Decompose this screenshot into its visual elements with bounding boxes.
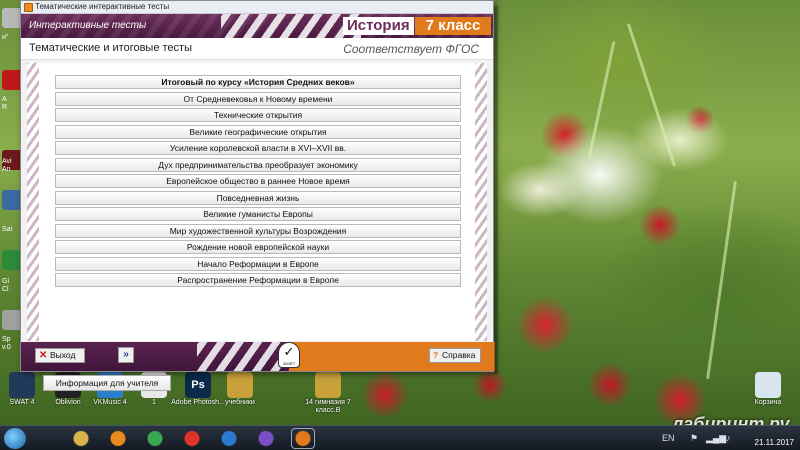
desktop-shortcut-label: 14 гимназия 7 класс.В [305,399,351,414]
desktop-shortcut-icon[interactable] [2,190,22,210]
taskbar: EN ⚑ ▂▄▆ ♪ 21.11.2017 [0,425,800,450]
test-list-panel: Итоговый по курсу «История Средних веков… [27,63,487,391]
desktop-shortcut[interactable]: 14 гимназия 7 класс.В [298,372,358,415]
test-button[interactable]: Дух предпринимательства преобразует экон… [55,157,461,172]
desktop-shortcut-label: v.0 [2,344,11,351]
window-title: Тематические интерактивные тесты [35,2,170,11]
desktop-shortcut[interactable]: Корзина [738,372,798,407]
desktop-shortcut-label: Gi [2,278,9,285]
media-player-icon[interactable] [107,429,129,448]
section-title: Тематические и итоговые тесты [29,42,192,54]
test-button[interactable]: Усиление королевской власти в XVI–XVII в… [55,141,461,155]
tray-language[interactable]: EN [662,433,675,443]
test-button[interactable]: Европейское общество в раннее Новое врем… [55,174,461,188]
exit-button[interactable]: ✕ Выход [35,348,85,363]
test-button[interactable]: Мир художественной культуры Возрождения [55,223,461,238]
header-tab: Интерактивные тесты [29,20,147,31]
photoshop-icon: Ps [185,372,211,398]
app-window: Тематические интерактивные тесты Интерак… [20,0,495,391]
desktop-shortcut-label: и" [2,34,9,41]
tests-app-icon[interactable] [291,428,315,449]
alarm-icon[interactable] [181,429,203,448]
help-button[interactable]: ? Справка [429,348,481,363]
desktop-shortcut-label: Корзина [754,399,782,406]
desktop-shortcut-label: Sai [2,226,13,233]
test-button[interactable]: Повседневная жизнь [55,190,461,205]
folder-icon [315,372,341,398]
tray-volume-icon[interactable]: ♪ [726,433,731,443]
clock[interactable]: 21.11.2017 [755,428,794,448]
explorer-icon[interactable] [70,429,92,448]
recycle-bin-icon [755,372,781,398]
logo-caption: ЗАЧЁТ [282,361,296,366]
viber-icon[interactable] [255,429,277,448]
desktop-shortcut[interactable]: учебники [210,372,270,407]
test-button[interactable]: Технические открытия [55,108,461,122]
desktop-shortcut-label: учебники [225,399,255,406]
help-icon: ? [433,350,439,360]
desktop-shortcut-label: An [2,166,11,173]
test-button[interactable]: Великие географические открытия [55,124,461,139]
header-stripes [221,14,361,38]
clock-date: 21.11.2017 [754,438,794,447]
next-button[interactable]: » [118,347,134,363]
test-button[interactable]: Итоговый по курсу «История Средних веков… [55,75,461,89]
desktop-shortcut-label: Cl [2,286,9,293]
subject-title: История [343,17,414,35]
globe-icon[interactable] [218,429,240,448]
exit-label: Выход [50,350,76,360]
desktop-shortcut-label: R [2,104,8,111]
start-button[interactable] [4,428,26,449]
window-titlebar[interactable]: Тематические интерактивные тесты [21,1,493,14]
desktop-shortcut-icon[interactable] [2,250,22,270]
desktop-shortcut-icon[interactable] [2,70,22,90]
desktop-shortcut-label: A [2,96,7,103]
test-button[interactable]: Рождение новой европейской науки [55,240,461,254]
desktop-shortcut-icon[interactable] [2,8,22,28]
swat-icon [9,372,35,398]
window-shadow [494,6,498,374]
grade-badge: 7 класс [415,17,491,35]
chrome-icon[interactable] [144,429,166,448]
fgos-label: Соответствует ФГОС [343,42,479,56]
app-icon [24,3,33,12]
close-icon: ✕ [39,350,48,361]
panel-stripe-left [27,63,39,341]
test-button[interactable]: Великие гуманисты Европы [55,207,461,221]
help-label: Справка [442,350,476,360]
app-footer: ✕ Выход » ✓ ЗАЧЁТ ? Справка [21,342,495,371]
test-button[interactable]: Начало Реформации в Европе [55,256,461,271]
panel-stripe-right [475,63,487,341]
desktop-shortcut-label: Sp [2,336,11,343]
folder-icon [227,372,253,398]
checkmark-icon: ✓ [283,344,295,359]
desktop-shortcut-label: Avi [2,158,12,165]
desktop-shortcut-icon[interactable] [2,310,22,330]
tray-network-icon[interactable]: ▂▄▆ [706,433,726,444]
app-header: Интерактивные тесты История 7 класс [21,14,493,38]
test-button[interactable]: Распространение Реформации в Европе [55,273,461,287]
tray-flag-icon[interactable]: ⚑ [690,433,698,444]
zachet-logo-icon: ✓ ЗАЧЁТ [278,342,300,368]
teacher-info-button[interactable]: Информация для учителя [43,375,171,391]
test-button[interactable]: От Средневековья к Новому времени [55,91,461,106]
section-header: Тематические и итоговые тесты Соответств… [21,38,493,60]
